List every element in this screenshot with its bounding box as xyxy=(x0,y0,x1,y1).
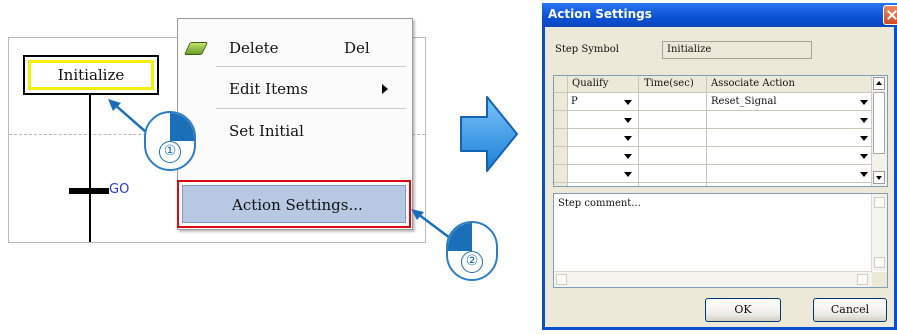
cell-qualify[interactable]: P xyxy=(571,96,578,107)
step-symbol-value: Initialize xyxy=(667,44,712,55)
column-header-time: Time(sec) xyxy=(644,78,694,89)
step-comment-placeholder: Step comment... xyxy=(558,198,641,209)
menu-item-set-initial[interactable]: Set Initial xyxy=(178,114,412,148)
dialog-title: Action Settings xyxy=(548,7,652,21)
menu-item-label: Delete xyxy=(229,39,279,57)
pointer-arrow-1-icon xyxy=(108,99,147,133)
ok-button[interactable]: OK xyxy=(705,298,781,322)
menu-item-highlight: Action Settings... xyxy=(182,185,406,223)
initial-step-block[interactable]: Initialize xyxy=(23,55,159,95)
mouse-click-2-icon: ② xyxy=(446,221,498,281)
cell-action[interactable]: Reset_Signal xyxy=(711,96,777,107)
cancel-button[interactable]: Cancel xyxy=(813,298,887,322)
step-comment-field[interactable]: Step comment... xyxy=(553,193,888,288)
qualify-dropdown-icon[interactable] xyxy=(624,172,632,177)
step-symbol-label: Step Symbol xyxy=(555,44,619,55)
action-settings-dialog: Action Settings Step Symbol Initialize Q… xyxy=(542,3,897,330)
menu-item-delete[interactable]: Delete Del xyxy=(178,31,412,65)
action-dropdown-icon[interactable] xyxy=(860,100,868,105)
action-dropdown-icon[interactable] xyxy=(860,136,868,141)
step-label: Initialize xyxy=(28,60,154,90)
menu-item-label: Edit Items xyxy=(229,80,308,98)
qualify-dropdown-icon[interactable] xyxy=(624,100,632,105)
menu-item-label: Set Initial xyxy=(229,122,304,140)
row-header-column xyxy=(554,92,568,186)
menu-separator xyxy=(216,66,406,67)
dialog-titlebar[interactable]: Action Settings xyxy=(542,3,897,27)
menu-item-label: Action Settings... xyxy=(232,196,363,214)
menu-separator xyxy=(216,108,406,109)
flow-arrow-icon xyxy=(460,96,518,172)
action-dropdown-icon[interactable] xyxy=(860,154,868,159)
submenu-arrow-icon xyxy=(382,84,388,94)
eraser-icon xyxy=(183,42,209,55)
close-icon[interactable] xyxy=(883,5,897,25)
action-dropdown-icon[interactable] xyxy=(860,118,868,123)
step-number-1: ① xyxy=(159,141,181,163)
scroll-up-icon[interactable] xyxy=(873,77,885,90)
column-header-qualify: Qualify xyxy=(572,78,609,89)
qualify-dropdown-icon[interactable] xyxy=(624,118,632,123)
qualify-dropdown-icon[interactable] xyxy=(624,136,632,141)
menu-item-shortcut: Del xyxy=(344,39,370,57)
action-dropdown-icon[interactable] xyxy=(860,172,868,177)
scroll-thumb[interactable] xyxy=(873,92,885,154)
menu-item-action-settings[interactable]: Action Settings... xyxy=(177,180,411,228)
menu-item-edit-items[interactable]: Edit Items xyxy=(178,72,412,106)
transition-label: GO xyxy=(109,182,130,197)
column-header-action: Associate Action xyxy=(711,78,795,89)
action-grid[interactable]: Qualify Time(sec) Associate Action P Res… xyxy=(553,75,888,187)
qualify-dropdown-icon[interactable] xyxy=(624,154,632,159)
transition-bar[interactable] xyxy=(69,188,109,194)
step-number-2: ② xyxy=(461,251,483,273)
step-symbol-field: Initialize xyxy=(662,41,812,59)
scroll-down-icon[interactable] xyxy=(873,171,885,184)
comment-vscrollbar xyxy=(871,194,887,271)
comment-hscrollbar xyxy=(554,271,872,287)
grid-scrollbar[interactable] xyxy=(871,76,887,186)
mouse-click-1-icon: ① xyxy=(144,111,196,171)
sfc-link-line xyxy=(89,95,91,242)
grid-header: Qualify Time(sec) Associate Action xyxy=(554,76,874,93)
